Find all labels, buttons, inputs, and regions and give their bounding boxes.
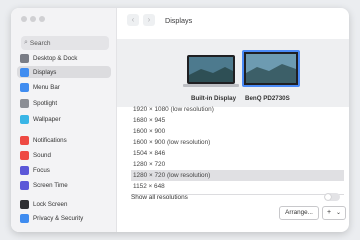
resolution-option[interactable]: 1920 × 1080 (low resolution) [131,104,344,115]
display-arrangement: Built-in Display BenQ PD2730S [117,39,349,107]
sidebar-item-label: Notifications [33,136,67,144]
external-display-label: BenQ PD2730S [245,95,290,102]
toolbar: ‹ › Displays [117,8,349,32]
sidebar-item-label: Screen Time [33,181,68,189]
search-input[interactable]: ⌕ Search [21,36,109,50]
sidebar-item-wallpaper[interactable]: Wallpaper [17,113,111,125]
dock-icon [20,53,29,63]
search-icon: ⌕ [24,39,28,46]
sidebar-item-label: Wallpaper [33,115,61,123]
show-all-resolutions-toggle[interactable] [324,193,340,201]
add-display-button[interactable]: + ⌄ [322,206,346,220]
resolution-option[interactable]: 1280 × 720 (low resolution) [131,170,344,181]
resolution-option[interactable]: 1280 × 720 [131,159,344,170]
show-all-resolutions-label: Show all resolutions [131,193,188,201]
resolution-option[interactable]: 1504 × 846 [131,148,344,159]
toggle-knob [325,194,331,200]
display-thumbnails [183,50,300,87]
sidebar-item-displays[interactable]: Displays [17,66,111,78]
hourglass-icon [20,180,29,190]
resolution-option[interactable]: 1600 × 900 (low resolution) [131,137,344,148]
settings-window: ⌕ Search Desktop & Dock Displays Menu Bar S… [11,8,349,232]
sidebar-item-screen-time[interactable]: Screen Time [17,179,111,191]
sidebar-item-label: Sound [33,151,51,159]
spotlight-icon [20,98,29,108]
builtin-display-thumbnail[interactable] [183,55,239,87]
sidebar-item-notifications[interactable]: Notifications [17,134,111,146]
moon-icon [20,165,29,175]
sidebar-item-privacy-security[interactable]: Privacy & Security [17,212,111,224]
sidebar: ⌕ Search Desktop & Dock Displays Menu Bar S… [11,8,117,232]
menubar-icon [20,82,29,92]
close-window-button[interactable] [21,16,27,22]
back-button[interactable]: ‹ [127,14,139,26]
chevron-down-icon: ⌄ [336,210,342,216]
resolution-option[interactable]: 1600 × 900 [131,126,344,137]
sidebar-item-label: Desktop & Dock [33,54,78,62]
sidebar-item-menu-bar[interactable]: Menu Bar [17,81,111,93]
page-title: Displays [165,16,193,25]
sidebar-item-sound[interactable]: Sound [17,149,111,161]
wallpaper-icon [20,114,29,124]
sidebar-item-label: Privacy & Security [33,214,84,222]
external-display-thumbnail[interactable] [242,50,300,87]
add-label: + [326,209,332,216]
sidebar-item-focus[interactable]: Focus [17,164,111,176]
bottom-bar: Arrange... + ⌄ [117,206,349,220]
search-placeholder: Search [29,39,51,47]
sidebar-item-spotlight[interactable]: Spotlight [17,97,111,109]
sidebar-item-label: Focus [33,166,50,174]
forward-button[interactable]: › [143,14,155,26]
sidebar-item-label: Displays [33,68,57,76]
hand-icon [20,213,29,223]
arrange-button[interactable]: Arrange... [279,206,319,220]
sidebar-item-label: Menu Bar [33,83,60,91]
zoom-window-button[interactable] [39,16,45,22]
builtin-display-label: Built-in Display [191,95,237,102]
display-icon [20,67,29,77]
resolution-list: 1920 × 1080 (low resolution) 1680 × 945 16… [131,104,344,195]
lock-icon [20,199,29,209]
sidebar-item-label: Spotlight [33,99,58,107]
bell-icon [20,135,29,145]
speaker-icon [20,150,29,160]
sidebar-item-desktop-dock[interactable]: Desktop & Dock [17,52,111,64]
sidebar-item-lock-screen[interactable]: Lock Screen [17,198,111,210]
sidebar-item-label: Lock Screen [33,200,68,208]
resolution-option[interactable]: 1680 × 945 [131,115,344,126]
show-all-resolutions-row: Show all resolutions [131,191,344,203]
minimize-window-button[interactable] [30,16,36,22]
